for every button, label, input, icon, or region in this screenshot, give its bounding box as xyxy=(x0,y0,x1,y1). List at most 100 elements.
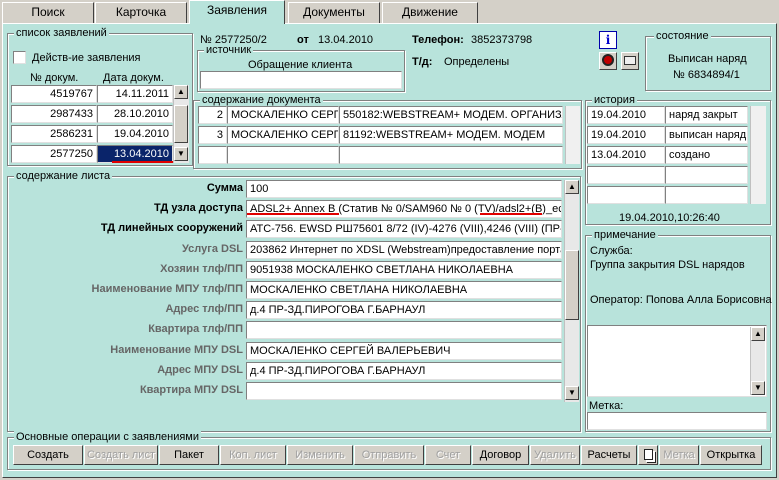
history-row-date[interactable]: 19.04.2010 xyxy=(587,126,665,144)
source-input[interactable] xyxy=(200,71,402,89)
note-legend: примечание xyxy=(592,229,658,241)
sheet-field-mpu-address-dsl[interactable]: д.4 ПР-ЗД.ПИРОГОВА Г.БАРНАУЛ xyxy=(246,362,562,380)
doc-row-desc[interactable]: 550182:WEBSTREAM+ МОДЕМ. ОРГАНИЗАЦ xyxy=(339,106,563,124)
sheet-field-mpu-name-phone[interactable]: МОСКАЛЕНКО СВЕТЛАНА НИКОЛАЕВНА xyxy=(246,281,562,299)
active-applications-checkbox[interactable] xyxy=(13,51,26,64)
note-scrollbar[interactable]: ▲ ▼ xyxy=(750,327,765,395)
list-row-num[interactable]: 2987433 xyxy=(11,105,97,123)
history-row-date[interactable] xyxy=(587,166,665,184)
sheet-label-access-node: ТД узла доступа xyxy=(153,202,243,214)
list-row-date[interactable]: 19.04.2010 xyxy=(97,125,173,143)
sheet-label-dsl-service: Услуга DSL xyxy=(182,243,243,255)
source-legend: источник xyxy=(204,44,254,56)
td-value: Определены xyxy=(444,56,510,68)
scroll-up-icon[interactable]: ▲ xyxy=(565,180,579,194)
tab-search[interactable]: Поиск xyxy=(2,2,94,23)
scroll-thumb[interactable] xyxy=(565,250,579,320)
sheet-label-phone-address: Адрес тлф/ПП xyxy=(165,303,243,315)
postcard-button[interactable]: Открытка xyxy=(700,445,762,465)
tab-applications[interactable]: Заявления xyxy=(189,0,285,24)
doc-row-name[interactable]: МОСКАЛЕНКО СЕРГЕ xyxy=(227,106,339,124)
delete-button[interactable]: Удалить xyxy=(530,445,580,465)
doc-content-scrollbar[interactable] xyxy=(565,106,580,164)
scroll-down-icon[interactable]: ▼ xyxy=(174,147,188,161)
sheet-field-phone-address[interactable]: д.4 ПР-ЗД.ПИРОГОВА Г.БАРНАУЛ xyxy=(246,301,562,319)
mark-button[interactable]: Метка xyxy=(659,445,699,465)
disc-icon[interactable] xyxy=(599,52,617,70)
copy-icon[interactable] xyxy=(638,445,658,465)
send-button[interactable]: Отправить xyxy=(354,445,424,465)
doc-row-n[interactable]: 3 xyxy=(198,126,227,144)
note-textarea[interactable] xyxy=(587,325,767,397)
sheet-field-phone-apartment[interactable] xyxy=(246,321,562,339)
red-underline xyxy=(112,161,180,163)
history-row-status[interactable]: создано xyxy=(665,146,748,164)
list-scrollbar[interactable]: ▲ ▼ xyxy=(173,85,189,163)
sheet-label-mpu-name-dsl: Наименование МПУ DSL xyxy=(110,344,243,356)
package-button[interactable]: Пакет xyxy=(159,445,219,465)
sheet-field-access-node[interactable]: ADSL2+ Annex B (Статив № 0/SAM960 № 0 (T… xyxy=(246,200,562,218)
invoice-button[interactable]: Счет xyxy=(425,445,471,465)
doc-row-n[interactable]: 2 xyxy=(198,106,227,124)
doc-content-legend: содержание документа xyxy=(200,94,323,106)
history-row-status[interactable] xyxy=(665,186,748,204)
sheet-field-sum[interactable]: 100 xyxy=(246,180,562,198)
doc-row-name[interactable]: МОСКАЛЕНКО СЕРГЕ xyxy=(227,126,339,144)
red-underline xyxy=(247,213,339,215)
create-button[interactable]: Создать xyxy=(13,445,83,465)
active-applications-label: Действ-ие заявления xyxy=(32,52,141,64)
tab-card[interactable]: Карточка xyxy=(95,2,187,23)
history-legend: история xyxy=(592,94,637,106)
list-row-date[interactable]: 28.10.2010 xyxy=(97,105,173,123)
create-sheet-button[interactable]: Создать лист xyxy=(84,445,158,465)
sheet-field-dsl-service[interactable]: 203862 Интернет по XDSL (Webstream)предо… xyxy=(246,241,562,259)
list-row-num[interactable]: 4519767 xyxy=(11,85,97,103)
history-scrollbar[interactable] xyxy=(750,106,766,204)
red-underline xyxy=(480,213,542,215)
history-timestamp: 19.04.2010,10:26:40 xyxy=(619,212,720,224)
tab-movement[interactable]: Движение xyxy=(382,2,478,23)
printer-icon[interactable] xyxy=(621,52,639,70)
note-mark-label: Метка: xyxy=(589,400,624,412)
doc-row-name[interactable] xyxy=(227,146,339,164)
scroll-up-icon[interactable]: ▲ xyxy=(174,85,188,99)
sheet-field-mpu-name-dsl[interactable]: МОСКАЛЕНКО СЕРГЕЙ ВАЛЕРЬЕВИЧ xyxy=(246,342,562,360)
tab-documents[interactable]: Документы xyxy=(288,2,380,23)
doc-row-desc[interactable]: 81192:WEBSTREAM+ МОДЕМ. МОДЕМ xyxy=(339,126,563,144)
doc-row-n[interactable] xyxy=(198,146,227,164)
edit-button[interactable]: Изменить xyxy=(287,445,353,465)
note-service-label: Служба: xyxy=(590,245,633,257)
list-row-date[interactable]: 14.11.2011 xyxy=(97,85,173,103)
history-row-status[interactable]: наряд закрыт xyxy=(665,106,748,124)
copy-sheet-button[interactable]: Коп. лист xyxy=(220,445,286,465)
sheet-label-phone-apartment: Квартира тлф/ПП xyxy=(148,323,243,335)
list-row-num[interactable]: 2577250 xyxy=(11,145,97,163)
scroll-down-icon[interactable]: ▼ xyxy=(751,381,765,395)
info-icon[interactable]: i xyxy=(599,31,617,49)
history-row-date[interactable] xyxy=(587,186,665,204)
note-mark-input[interactable] xyxy=(587,412,767,430)
history-row-date[interactable]: 19.04.2010 xyxy=(587,106,665,124)
history-row-status[interactable]: выписан наряд xyxy=(665,126,748,144)
sheet-field-phone-owner[interactable]: 9051938 МОСКАЛЕНКО СВЕТЛАНА НИКОЛАЕВНА xyxy=(246,261,562,279)
sheet-label-sum: Сумма xyxy=(206,182,243,194)
scroll-down-icon[interactable]: ▼ xyxy=(565,386,579,400)
td-label: Т/д: xyxy=(412,56,433,68)
scroll-thumb[interactable] xyxy=(174,105,188,143)
sheet-field-line-structures[interactable]: АТС-756. EWSD РШ75601 8/72 (IV)-4276 (VI… xyxy=(246,220,562,238)
list-row-num[interactable]: 2586231 xyxy=(11,125,97,143)
sheet-field-mpu-apartment-dsl[interactable] xyxy=(246,382,562,400)
note-operator: Оператор: Попова Алла Борисовна xyxy=(590,294,772,306)
contract-button[interactable]: Договор xyxy=(472,445,529,465)
sheet-label-line-structures: ТД линейных сооружений xyxy=(100,222,243,234)
doc-row-desc[interactable] xyxy=(339,146,563,164)
sheet-scrollbar[interactable]: ▲ ▼ xyxy=(564,180,579,402)
history-row-status[interactable] xyxy=(665,166,748,184)
col-header-doc-date: Дата докум. xyxy=(103,72,164,84)
sheet-label-mpu-apartment-dsl: Квартира МПУ DSL xyxy=(139,384,243,396)
from-label: от xyxy=(297,34,309,46)
calculations-button[interactable]: Расчеты xyxy=(581,445,637,465)
scroll-up-icon[interactable]: ▲ xyxy=(751,327,765,341)
history-row-date[interactable]: 13.04.2010 xyxy=(587,146,665,164)
col-header-doc-num: № докум. xyxy=(30,72,79,84)
